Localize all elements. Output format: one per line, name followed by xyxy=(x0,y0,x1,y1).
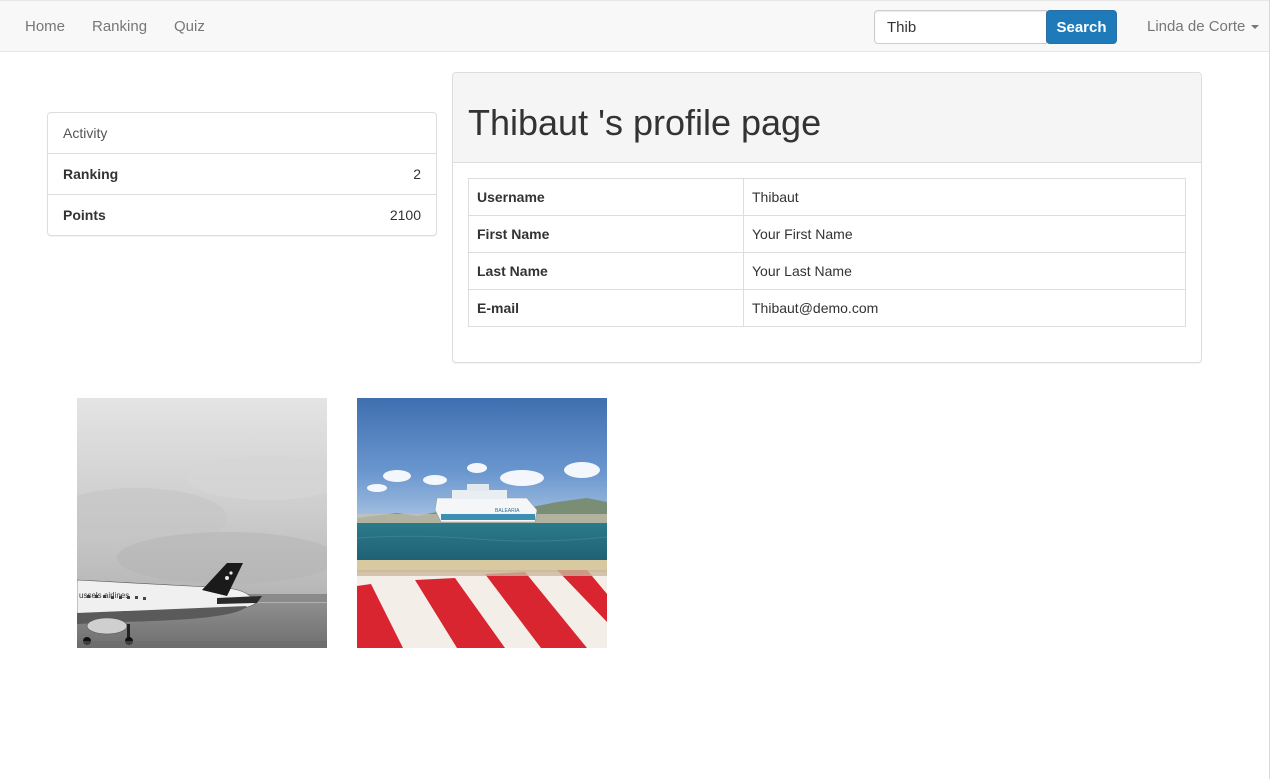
activity-label: Points xyxy=(63,207,106,223)
field-label: First Name xyxy=(468,215,744,253)
activity-row-points: Points 2100 xyxy=(48,195,436,236)
search-button[interactable]: Search xyxy=(1046,10,1117,44)
activity-value: 2100 xyxy=(389,207,421,223)
ferry-image: BALEARIA xyxy=(357,398,607,648)
field-value: Your First Name xyxy=(743,215,1186,253)
field-label: E-mail xyxy=(468,289,744,327)
caret-down-icon xyxy=(1251,25,1260,30)
table-row: Username Thibaut xyxy=(468,178,1186,216)
activity-row-ranking: Ranking 2 xyxy=(48,154,436,195)
field-label: Username xyxy=(468,178,744,216)
activity-heading: Activity xyxy=(48,113,436,154)
field-value: Thibaut xyxy=(743,178,1186,216)
profile-table: Username Thibaut First Name Your First N… xyxy=(468,178,1186,327)
profile-panel: Thibaut 's profile page Username Thibaut… xyxy=(452,72,1202,363)
airplane-image: ussels airlines xyxy=(77,398,327,648)
table-row: First Name Your First Name xyxy=(468,215,1186,253)
airplane-photo[interactable]: ussels airlines xyxy=(77,398,327,648)
top-navbar: Home Ranking Quiz Search Linda de Corte xyxy=(0,0,1269,52)
activity-panel: Activity Ranking 2 Points 2100 xyxy=(47,112,437,236)
search-input[interactable] xyxy=(874,10,1047,44)
field-value: Thibaut@demo.com xyxy=(743,289,1186,327)
ferry-harbour-photo[interactable]: BALEARIA xyxy=(357,398,607,648)
profile-heading: Thibaut 's profile page xyxy=(453,73,1201,163)
table-row: Last Name Your Last Name xyxy=(468,252,1186,290)
table-row: E-mail Thibaut@demo.com xyxy=(468,289,1186,327)
page-title: Thibaut 's profile page xyxy=(468,102,822,143)
user-menu-dropdown[interactable]: Linda de Corte xyxy=(1147,1,1260,52)
activity-value: 2 xyxy=(413,166,421,182)
field-label: Last Name xyxy=(468,252,744,290)
field-value: Your Last Name xyxy=(743,252,1186,290)
nav-link-ranking[interactable]: Ranking xyxy=(92,1,147,52)
nav-link-home[interactable]: Home xyxy=(25,1,65,52)
nav-link-quiz[interactable]: Quiz xyxy=(174,1,205,52)
user-name: Linda de Corte xyxy=(1147,18,1246,35)
activity-label: Ranking xyxy=(63,166,119,182)
ferry-livery-text: BALEARIA xyxy=(495,508,520,514)
airline-livery-text: ussels airlines xyxy=(79,591,129,600)
